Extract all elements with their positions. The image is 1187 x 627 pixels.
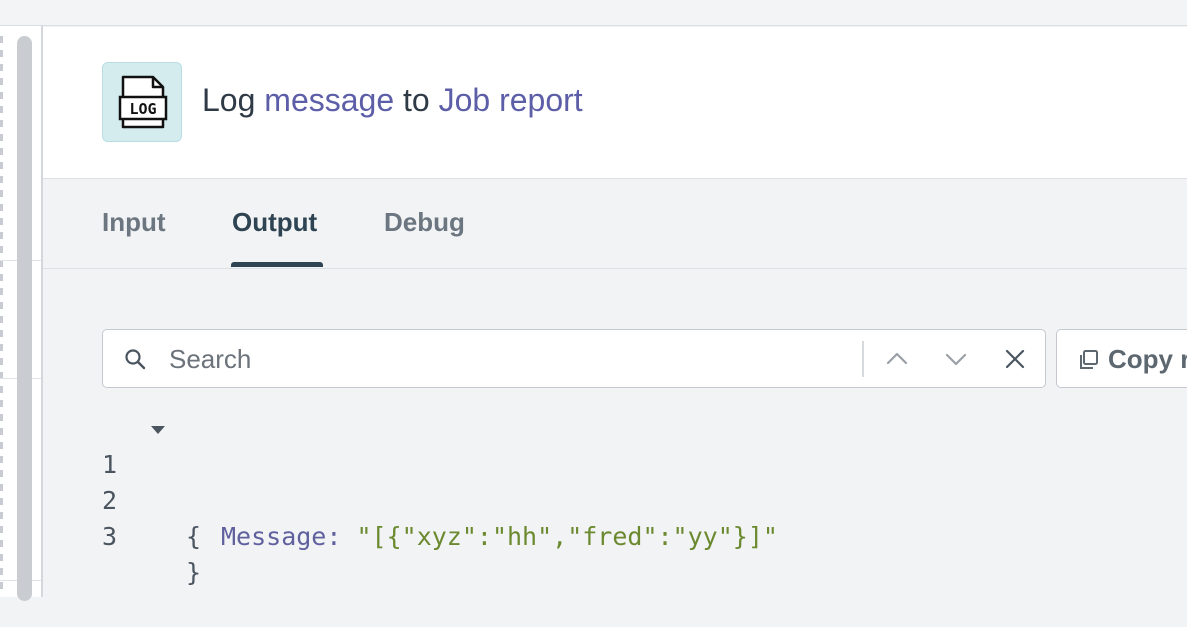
chevron-down-icon[interactable] — [944, 347, 968, 371]
search-box: Search — [102, 329, 1046, 388]
code-text: { — [186, 522, 202, 551]
canvas-scrollbar[interactable] — [17, 36, 32, 601]
search-input[interactable]: Search — [169, 344, 251, 375]
title-prefix: Log — [202, 82, 256, 118]
code-text: } — [186, 558, 202, 587]
code-line: 1 { — [102, 411, 201, 551]
canvas-grid-dots — [0, 36, 3, 596]
copy-button[interactable]: Copy r — [1056, 329, 1187, 388]
code-line: 2 Message: "[{"xyz":"hh","fred":"yy"}]" — [102, 447, 778, 551]
search-icon — [125, 349, 146, 370]
job-report-link[interactable]: Job report — [439, 82, 583, 118]
log-document-icon: LOG — [102, 62, 182, 142]
active-tab-indicator — [231, 262, 323, 267]
svg-text:LOG: LOG — [129, 100, 156, 118]
collapse-caret-icon[interactable] — [150, 425, 166, 435]
line-number: 3 — [102, 522, 118, 551]
tab-output[interactable]: Output — [232, 207, 317, 238]
search-separator — [862, 341, 864, 377]
tab-input[interactable]: Input — [102, 207, 166, 238]
copy-icon — [1080, 350, 1098, 369]
close-icon[interactable] — [1003, 347, 1027, 371]
tab-bar: Input Output Debug — [43, 179, 1187, 269]
step-header: LOG Log message to Job report — [43, 27, 1187, 179]
title-mid: to — [403, 82, 430, 118]
tab-debug[interactable]: Debug — [384, 207, 465, 238]
code-line: 3 } — [102, 483, 201, 587]
message-link[interactable]: message — [264, 82, 394, 118]
copy-button-label: Copy r — [1108, 344, 1187, 374]
chevron-up-icon[interactable] — [885, 347, 909, 371]
page-title: Log message to Job report — [202, 82, 583, 119]
code-text: Message: "[{"xyz":"hh","fred":"yy"}]" — [221, 519, 778, 555]
json-output-viewer: 1 { 2 Message: "[{"xyz":"hh","fred":"yy"… — [102, 411, 778, 587]
top-bar — [0, 0, 1187, 26]
json-string-value: "[{"xyz":"hh","fred":"yy"}]" — [356, 522, 778, 551]
json-key: Message: — [221, 522, 342, 551]
